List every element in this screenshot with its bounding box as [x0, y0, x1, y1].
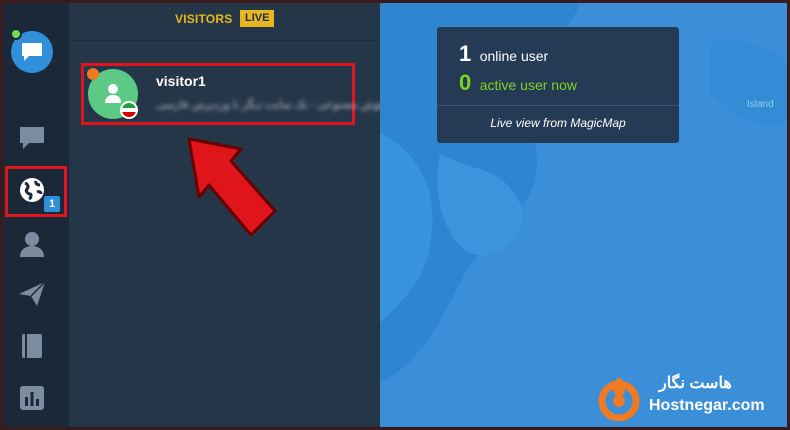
sidebar: 1: [3, 3, 69, 427]
avatar: [87, 68, 138, 119]
stats-divider: [437, 105, 679, 106]
online-user-label: online user: [479, 48, 549, 64]
brand-name-fa: هاست نگار: [659, 375, 732, 392]
live-stats-card: 1 online user 0 active user now Live vie…: [437, 27, 679, 143]
bar-chart-icon[interactable]: [17, 383, 47, 413]
chat-bubble-logo-icon: [22, 43, 42, 61]
online-status-dot: [10, 28, 22, 40]
active-user-count: 0: [459, 70, 472, 95]
panel-title: VISITORS: [175, 12, 233, 26]
visitors-panel: VISITORS LIVE visitor1 هوش مصنوعی - یک س…: [69, 3, 385, 427]
app-window: 1 VISITORS LIVE visitor1 هوش مصنوعی - یک…: [3, 3, 787, 427]
iran-flag-icon: [120, 101, 138, 119]
visitors-count-badge: 1: [44, 196, 60, 212]
online-user-count: 1: [459, 41, 472, 66]
book-icon[interactable]: [17, 331, 47, 361]
visitor-name: visitor1: [156, 73, 206, 89]
online-users-stat: 1 online user: [459, 41, 548, 67]
visitor-status-dot: [87, 68, 99, 80]
send-icon[interactable]: [17, 279, 47, 309]
person-icon: [105, 84, 121, 103]
map-place-label: Island: [747, 99, 774, 110]
hostnegar-logo-icon: [598, 377, 640, 421]
user-icon[interactable]: [17, 229, 47, 259]
brand-name-en: Hostnegar.com: [649, 397, 765, 414]
map-caption: Live view from MagicMap: [490, 116, 626, 130]
chat-icon[interactable]: [17, 123, 47, 153]
brand-watermark: هاست نگار Hostnegar.com: [597, 373, 787, 425]
live-badge: LIVE: [240, 10, 275, 27]
globe-icon[interactable]: [17, 175, 47, 205]
visitor-list-item[interactable]: visitor1 هوش مصنوعی - یک سایت دیگر با ور…: [81, 63, 385, 125]
live-map[interactable]: Island 1 online user 0 active user now L…: [380, 3, 787, 427]
red-arrow-annotation-icon: [187, 137, 277, 237]
visitor-page-title: هوش مصنوعی - یک سایت دیگر با وردپرس فارس…: [156, 99, 386, 111]
visitors-panel-header: VISITORS LIVE: [69, 3, 380, 41]
active-user-label: active user now: [479, 77, 577, 93]
app-logo[interactable]: [10, 28, 53, 73]
active-users-stat: 0 active user now: [459, 70, 577, 96]
